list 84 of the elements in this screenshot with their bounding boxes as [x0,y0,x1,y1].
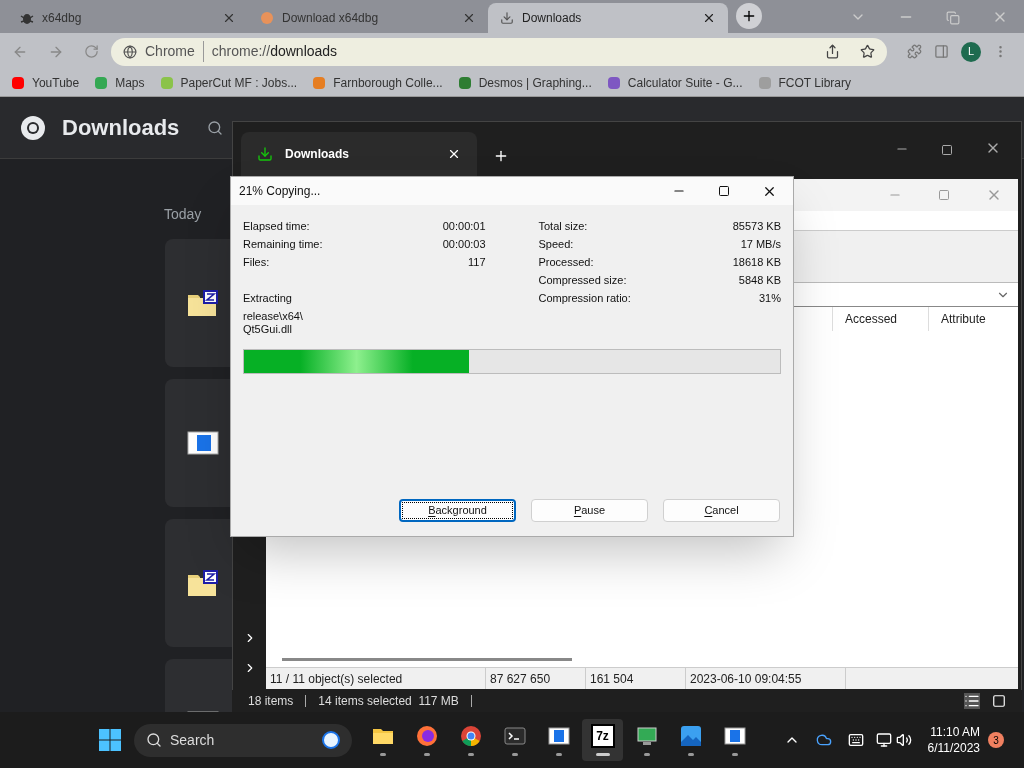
bookmark[interactable]: YouTube [12,74,80,92]
page-title: Downloads [62,114,180,142]
stat-value: 31% [758,291,781,306]
plus-icon [741,8,757,24]
site-label: Chrome [145,41,204,62]
cloud-icon[interactable] [815,732,832,748]
bug-icon [20,11,34,25]
page-icon [260,11,274,25]
bookmark[interactable]: Calculator Suite - G... [607,74,743,92]
new-tab-button[interactable] [736,3,762,29]
stat-label: Compression ratio: [538,291,631,306]
stat-label: Elapsed time: [243,219,310,234]
address-bar[interactable]: Chrome chrome://downloads [111,37,887,66]
browser-tab[interactable]: Downloads [488,3,728,33]
landscape-icon [678,724,703,748]
details-view-icon[interactable] [964,693,980,709]
operation-label: Extracting [243,291,292,306]
zip-folder-icon [187,569,219,597]
stat-label: Compressed size: [538,273,627,288]
stat-value: 00:00:01 [442,219,486,234]
profile-avatar[interactable]: L [961,41,981,62]
window-tab[interactable]: Downloads [241,132,477,176]
stat-label: Remaining time: [243,237,323,252]
bookmark[interactable]: Maps [95,74,145,92]
keyboard-icon[interactable] [847,732,864,748]
dialog-button[interactable]: Pause [531,499,648,522]
taskbar-app[interactable]: 7z [582,719,623,761]
browser-tab[interactable]: x64dbg [8,3,248,33]
dialog-button[interactable]: Cancel [663,499,780,522]
terminal-icon [502,724,527,748]
stat-value: 18618 KB [732,255,781,270]
stat-value: 5848 KB [738,273,781,288]
status-cell: 2023-06-10 09:04:55 [686,668,846,689]
windows-start-icon[interactable] [98,728,122,752]
stat-value: 85573 KB [732,219,781,234]
close-icon[interactable] [702,11,716,25]
url-text: chrome://downloads [211,42,338,61]
clock[interactable]: 11:10 AM 6/11/2023 [927,724,980,756]
column-header[interactable]: Accessed [832,307,928,331]
browser-tab[interactable]: Download x64dbg [248,3,488,33]
stat-value: 00:00:03 [442,237,486,252]
section-heading: Today [164,205,203,224]
bookmark[interactable]: Farnborough Colle... [313,74,443,92]
new-tab-icon[interactable] [493,148,509,164]
window-icon [546,724,571,748]
file-path: Qt5Gui.dll [243,323,293,336]
download-icon [257,146,273,162]
star-icon[interactable] [860,44,875,59]
window-icon [187,431,219,455]
search-icon[interactable] [207,119,224,136]
stat-label: Speed: [538,237,574,252]
dialog-button[interactable]: Background [399,499,516,522]
bookmark[interactable]: PaperCut MF : Jobs... [160,74,298,92]
status-cell: 161 504 [586,668,686,689]
stat-label: Total size: [538,219,588,234]
taskbar-search[interactable]: Search [134,723,352,757]
close-icon[interactable] [447,147,461,161]
scrollbar-thumb[interactable] [282,657,572,661]
maximize-icon[interactable] [718,185,730,197]
stat-value: 17 MB/s [740,237,781,252]
stat-label: Processed: [538,255,594,270]
status-cell: 87 627 650 [486,668,586,689]
monitor-icon [634,724,659,748]
column-header[interactable]: Attribute [928,307,1018,331]
bookmark[interactable]: FCOT Library [758,74,851,92]
dialog-title: 21% Copying... [239,183,322,200]
window-icon [722,724,747,748]
file-path: release\x64\ [243,310,304,323]
zip-folder-icon [187,289,219,317]
stat-value: 117 [468,255,486,270]
download-icon [500,11,514,25]
selection-info: 14 items selected 117 MB [318,693,459,710]
bookmark[interactable]: Desmos | Graphing... [458,74,592,92]
notification-badge[interactable]: 3 [988,732,1004,748]
item-count: 18 items [248,693,294,710]
volume-icon[interactable] [895,732,912,748]
stat-label: Files: [243,255,270,270]
share-icon[interactable] [825,44,840,59]
search-icon [146,732,162,748]
tiles-view-icon[interactable] [992,694,1006,708]
maximize-icon[interactable] [941,144,953,156]
sevenzip-icon: 7z [590,724,615,748]
status-cell: 11 / 11 object(s) selected [266,668,486,689]
network-icon[interactable] [875,732,892,748]
